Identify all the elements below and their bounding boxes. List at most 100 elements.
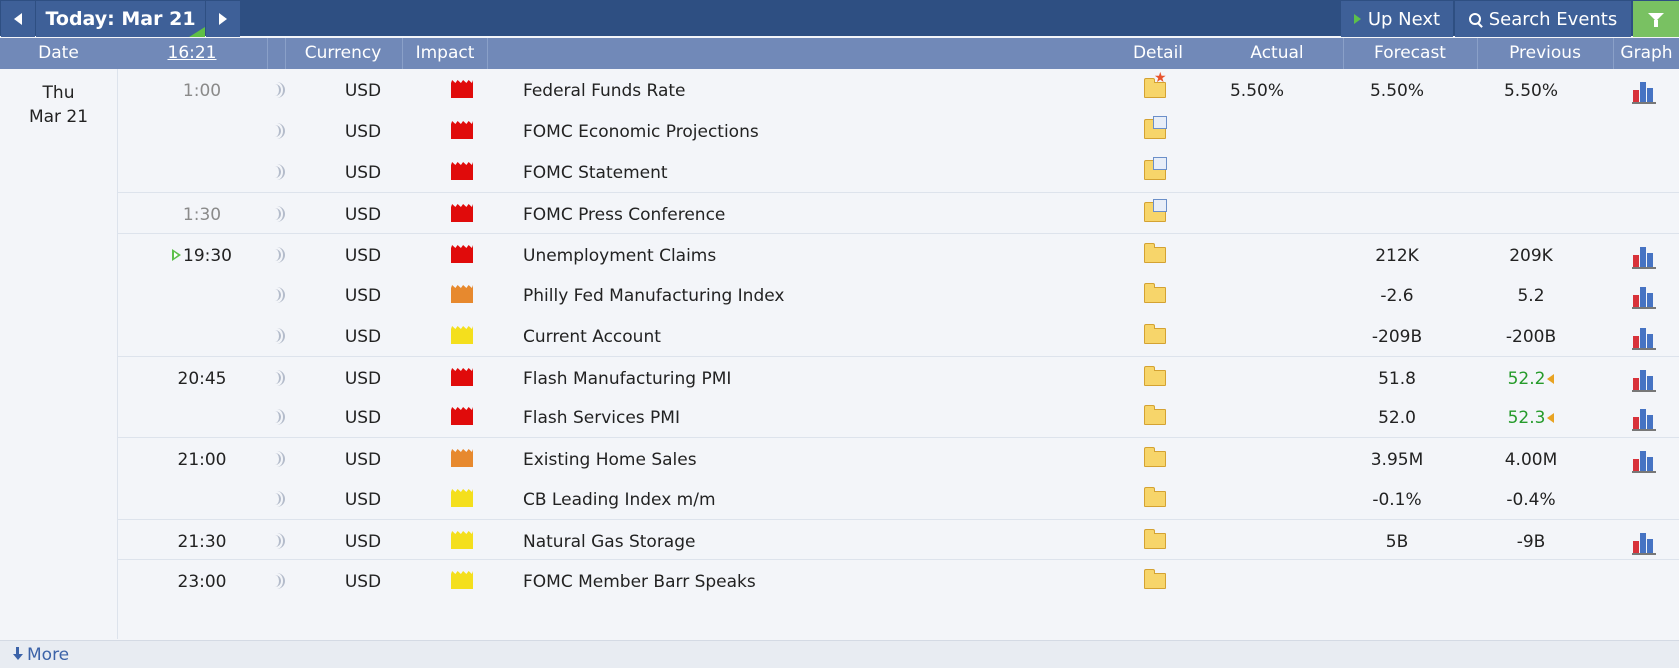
graph-icon[interactable] <box>1632 234 1658 278</box>
high-impact-icon[interactable] <box>451 371 473 386</box>
event-row[interactable]: USD Flash Services PMI 52.0 52.3 <box>118 396 1679 440</box>
graph-icon[interactable] <box>1632 520 1658 564</box>
sound-alert-icon[interactable] <box>270 274 290 318</box>
folder-document-icon[interactable] <box>1144 199 1167 222</box>
folder-icon[interactable] <box>1144 405 1166 425</box>
up-next-button[interactable]: Up Next <box>1341 1 1453 37</box>
time-cell: 21:00 <box>152 438 252 482</box>
event-title[interactable]: Philly Fed Manufacturing Index <box>523 274 1083 318</box>
event-title[interactable]: Unemployment Claims <box>523 234 1083 278</box>
graph-icon[interactable] <box>1632 69 1658 113</box>
previous-cell: 209K <box>1476 234 1586 278</box>
low-impact-icon[interactable] <box>451 574 473 589</box>
sound-alert-icon[interactable] <box>270 396 290 440</box>
high-impact-icon[interactable] <box>451 248 473 263</box>
impact-cell <box>432 396 492 440</box>
event-row[interactable]: USD FOMC Economic Projections <box>118 110 1679 154</box>
revision-icon[interactable] <box>1547 374 1555 384</box>
event-row[interactable]: USD Current Account -209B -200B <box>118 315 1679 359</box>
event-currency: USD <box>344 327 382 347</box>
sound-alert-icon[interactable] <box>270 357 290 401</box>
col-actual: Actual <box>1250 43 1304 63</box>
detail-cell <box>1142 110 1170 154</box>
folder-star-icon[interactable] <box>1144 71 1167 98</box>
high-impact-icon[interactable] <box>451 410 473 425</box>
event-title[interactable]: FOMC Statement <box>523 151 1083 195</box>
sound-alert-icon[interactable] <box>270 315 290 359</box>
sound-alert-icon[interactable] <box>270 560 290 604</box>
header-divider <box>285 38 286 69</box>
medium-impact-icon[interactable] <box>451 288 473 303</box>
search-icon <box>1468 13 1481 25</box>
sound-alert-icon[interactable] <box>270 151 290 195</box>
filter-button[interactable] <box>1633 1 1679 37</box>
impact-cell <box>432 151 492 195</box>
sound-alert-icon[interactable] <box>270 478 290 522</box>
high-impact-icon[interactable] <box>451 124 473 139</box>
event-row[interactable]: 21:30 USD Natural Gas Storage 5B -9B <box>118 519 1679 564</box>
impact-cell <box>432 110 492 154</box>
sound-alert-icon[interactable] <box>270 69 290 113</box>
event-time: 19:30 <box>183 246 232 266</box>
sound-alert-icon[interactable] <box>270 520 290 564</box>
play-icon <box>1353 14 1361 24</box>
high-impact-icon[interactable] <box>451 165 473 180</box>
high-impact-icon[interactable] <box>451 207 473 222</box>
event-row[interactable]: USD CB Leading Index m/m -0.1% -0.4% <box>118 478 1679 522</box>
event-row[interactable]: 1:30 USD FOMC Press Conference <box>118 192 1679 237</box>
folder-icon[interactable] <box>1144 324 1166 344</box>
event-currency: USD <box>344 490 382 510</box>
event-title[interactable]: FOMC Press Conference <box>523 193 1083 237</box>
low-impact-icon[interactable] <box>451 329 473 344</box>
folder-icon[interactable] <box>1144 447 1166 467</box>
graph-icon[interactable] <box>1632 315 1658 359</box>
search-events-button[interactable]: Search Events <box>1455 1 1631 37</box>
event-title[interactable]: Federal Funds Rate <box>523 69 1083 113</box>
sound-alert-icon[interactable] <box>270 193 290 237</box>
folder-document-icon[interactable] <box>1144 116 1167 139</box>
event-title[interactable]: FOMC Economic Projections <box>523 110 1083 154</box>
sound-alert-icon[interactable] <box>270 234 290 278</box>
event-title[interactable]: Current Account <box>523 315 1083 359</box>
event-title[interactable]: Flash Manufacturing PMI <box>523 357 1083 401</box>
folder-icon[interactable] <box>1144 366 1166 386</box>
graph-icon[interactable] <box>1632 396 1658 440</box>
event-row[interactable]: 21:00 USD Existing Home Sales 3.95M 4.00M <box>118 437 1679 482</box>
graph-icon[interactable] <box>1632 357 1658 401</box>
event-row[interactable]: 23:00 USD FOMC Member Barr Speaks <box>118 559 1679 604</box>
event-row[interactable]: 20:45 USD Flash Manufacturing PMI 51.8 52.2 <box>118 356 1679 401</box>
folder-icon[interactable] <box>1144 487 1166 507</box>
sound-alert-icon[interactable] <box>270 438 290 482</box>
folder-icon[interactable] <box>1144 283 1166 303</box>
detail-cell <box>1142 438 1170 482</box>
folder-icon[interactable] <box>1144 529 1166 549</box>
event-row[interactable]: 19:30 USD Unemployment Claims 212K 209K <box>118 233 1679 278</box>
low-impact-icon[interactable] <box>451 492 473 507</box>
low-impact-icon[interactable] <box>451 534 473 549</box>
event-title[interactable]: Existing Home Sales <box>523 438 1083 482</box>
graph-icon[interactable] <box>1632 438 1658 482</box>
upcoming-event-icon <box>172 249 181 261</box>
high-impact-icon[interactable] <box>451 83 473 98</box>
event-row[interactable]: USD FOMC Statement <box>118 151 1679 195</box>
graph-icon[interactable] <box>1632 274 1658 318</box>
impact-cell <box>432 274 492 318</box>
previous-day-button[interactable] <box>1 1 35 37</box>
event-row[interactable]: 1:00 USD Federal Funds Rate 5.50% 5.50% 5.50% <box>118 69 1679 113</box>
col-current-time[interactable]: 16:21 <box>152 38 232 69</box>
medium-impact-icon[interactable] <box>451 452 473 467</box>
next-day-button[interactable] <box>206 1 240 37</box>
revision-icon[interactable] <box>1547 413 1555 423</box>
today-button[interactable]: Today: Mar 21 <box>36 1 205 37</box>
event-title[interactable]: Flash Services PMI <box>523 396 1083 440</box>
event-title[interactable]: FOMC Member Barr Speaks <box>523 560 1083 604</box>
sound-alert-icon[interactable] <box>270 110 290 154</box>
folder-document-icon[interactable] <box>1144 157 1167 180</box>
detail-cell <box>1142 151 1170 195</box>
event-row[interactable]: USD Philly Fed Manufacturing Index -2.6 5.2 <box>118 274 1679 318</box>
folder-icon[interactable] <box>1144 243 1166 263</box>
folder-icon[interactable] <box>1144 569 1166 589</box>
event-title[interactable]: CB Leading Index m/m <box>523 478 1083 522</box>
event-title[interactable]: Natural Gas Storage <box>523 520 1083 564</box>
more-link[interactable]: More <box>13 645 69 665</box>
